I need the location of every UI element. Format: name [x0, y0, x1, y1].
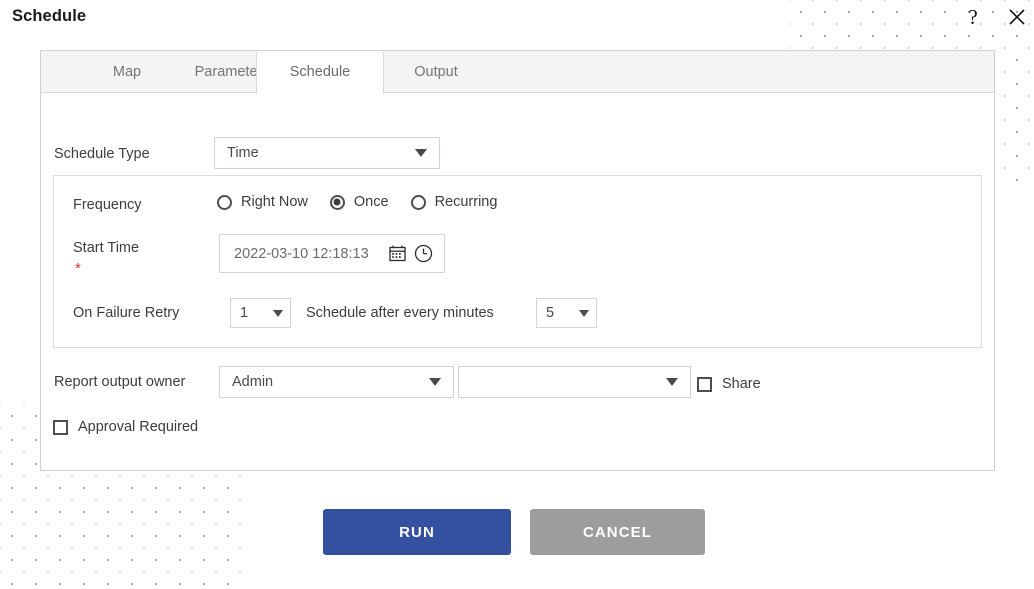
chevron-down-icon	[429, 378, 441, 386]
schedule-type-select[interactable]: Time	[214, 137, 440, 169]
tab-bar: Map Parameter Schedule Output	[41, 51, 994, 94]
radio-once[interactable]: Once	[329, 194, 389, 210]
radio-once-label: Once	[353, 194, 389, 210]
approval-required-checkbox[interactable]: Approval Required	[53, 419, 198, 435]
radio-recurring-label: Recurring	[434, 194, 498, 210]
retry-count-select[interactable]: 1	[230, 298, 291, 328]
share-checkbox[interactable]: Share	[697, 376, 761, 392]
tab-schedule-label: Schedule	[289, 64, 351, 80]
close-icon[interactable]	[1004, 4, 1030, 30]
schedule-dialog-panel: Map Parameter Schedule Output Schedule T…	[40, 50, 995, 471]
tab-output[interactable]: Output	[384, 51, 488, 93]
radio-right-now-circle	[217, 194, 232, 210]
approval-required-checkbox-label: Approval Required	[78, 419, 199, 435]
tab-map[interactable]: Map	[82, 51, 172, 93]
chevron-down-icon	[273, 309, 283, 317]
secondary-owner-select[interactable]	[458, 366, 691, 398]
schedule-type-value: Time	[227, 145, 259, 161]
share-checkbox-box	[697, 376, 712, 392]
report-output-owner-label: Report output owner	[54, 374, 186, 390]
radio-recurring[interactable]: Recurring	[410, 194, 498, 210]
frequency-label: Frequency	[73, 197, 142, 213]
report-owner-select[interactable]: Admin	[219, 366, 454, 398]
start-time-field[interactable]: 2022-03-10 12:18:13	[219, 234, 445, 273]
share-checkbox-label: Share	[722, 376, 761, 392]
on-failure-retry-label: On Failure Retry	[73, 305, 180, 321]
tab-map-label: Map	[112, 64, 142, 80]
report-owner-value: Admin	[232, 374, 274, 390]
retry-count-value: 1	[240, 305, 249, 321]
minutes-value: 5	[546, 305, 555, 321]
help-icon[interactable]: ?	[960, 4, 986, 30]
chevron-down-icon	[666, 378, 678, 386]
radio-recurring-circle	[410, 194, 426, 210]
clock-icon[interactable]	[410, 241, 436, 267]
page-title: Schedule	[12, 7, 87, 25]
radio-right-now[interactable]: Right Now	[217, 194, 308, 210]
run-button[interactable]: RUN	[323, 509, 511, 555]
close-x-glyph	[1009, 9, 1025, 25]
tab-output-label: Output	[414, 64, 458, 80]
frequency-radio-group: Right Now Once Recurring	[217, 194, 519, 210]
chevron-down-icon	[579, 309, 589, 317]
question-mark-glyph: ?	[968, 4, 978, 29]
schedule-type-label: Schedule Type	[54, 146, 150, 162]
radio-once-circle	[329, 194, 345, 210]
approval-required-checkbox-box	[53, 419, 68, 435]
minutes-select[interactable]: 5	[536, 298, 597, 328]
frequency-group-box: Frequency Right Now Once Recurring Start…	[53, 175, 982, 348]
start-time-value: 2022-03-10 12:18:13	[234, 245, 369, 262]
cancel-button[interactable]: CANCEL	[530, 509, 705, 555]
start-time-required-marker: *	[75, 260, 81, 277]
chevron-down-icon	[415, 149, 427, 157]
schedule-after-label: Schedule after every minutes	[306, 305, 494, 321]
radio-right-now-label: Right Now	[241, 194, 308, 210]
tab-schedule[interactable]: Schedule	[256, 51, 384, 94]
start-time-label: Start Time	[73, 240, 140, 256]
calendar-icon[interactable]	[384, 241, 410, 267]
tab-parameter-label: Parameter	[194, 64, 263, 80]
